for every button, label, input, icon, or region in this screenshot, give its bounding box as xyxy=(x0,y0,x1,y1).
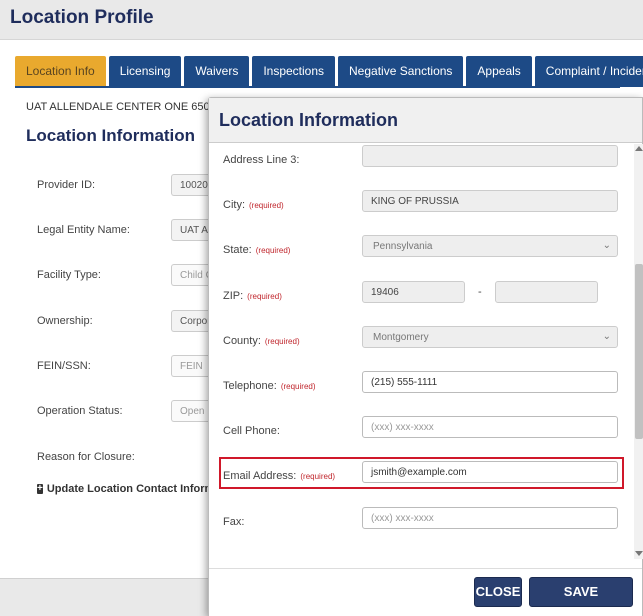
scroll-up-arrow-icon[interactable] xyxy=(635,146,643,151)
email-highlight-box xyxy=(219,457,624,489)
zip-label: ZIP: xyxy=(223,290,244,302)
fax-label: Fax: xyxy=(223,516,245,528)
chevron-down-icon: ⌄ xyxy=(602,240,611,251)
tab-waivers[interactable]: Waivers xyxy=(184,56,250,87)
zip-extension-input[interactable] xyxy=(495,281,598,303)
tab-location-info[interactable]: Location Info xyxy=(15,56,106,87)
update-contact-link-label: Update Location Contact Inform xyxy=(46,483,209,495)
operation-status-label: Operation Status: xyxy=(37,405,123,417)
fein-ssn-label: FEIN/SSN: xyxy=(37,360,91,372)
cell-phone-input[interactable]: (xxx) xxx-xxxx xyxy=(362,416,618,438)
fein-ssn-field[interactable]: FEIN xyxy=(171,355,211,377)
tab-licensing[interactable]: Licensing xyxy=(108,56,182,87)
provider-id-field[interactable]: 100207 xyxy=(171,174,211,196)
location-address: UAT ALLENDALE CENTER ONE 650 AL xyxy=(26,101,208,113)
modal-scrollbar[interactable] xyxy=(634,144,643,559)
operation-status-field[interactable]: Open xyxy=(171,400,211,422)
city-row: City: (required) KING OF PRUSSIA xyxy=(209,189,629,225)
legal-entity-name-label: Legal Entity Name: xyxy=(37,224,130,236)
required-marker: (required) xyxy=(255,246,291,255)
zip-input[interactable]: 19406 xyxy=(362,281,465,303)
zip-dash: - xyxy=(478,286,482,298)
required-marker: (required) xyxy=(247,292,282,301)
scroll-down-arrow-icon[interactable] xyxy=(635,551,643,556)
facility-type-field[interactable]: Child C xyxy=(171,264,211,286)
tab-underline xyxy=(15,86,620,88)
tab-appeals[interactable]: Appeals xyxy=(466,56,532,87)
page-title: Location Profile xyxy=(10,7,154,28)
tab-inspections[interactable]: Inspections xyxy=(252,56,336,87)
plus-square-icon: + xyxy=(37,483,43,494)
tab-complaint-incident[interactable]: Complaint / Incident xyxy=(534,56,643,87)
zip-row: ZIP: (required) 19406 - xyxy=(209,280,629,316)
required-marker: (required) xyxy=(264,337,300,346)
update-contact-link[interactable]: + Update Location Contact Inform xyxy=(37,483,209,495)
reason-for-closure-label: Reason for Closure: xyxy=(37,451,135,463)
legal-entity-name-field[interactable]: UAT Al xyxy=(171,219,211,241)
section-title: Location Information xyxy=(26,126,196,145)
scrollbar-thumb[interactable] xyxy=(635,264,643,439)
state-label: State: xyxy=(223,244,252,256)
fax-row: Fax: (xxx) xxx-xxxx xyxy=(209,506,629,542)
county-row: County: (required) Montgomery ⌄ xyxy=(209,325,629,361)
ownership-label: Ownership: xyxy=(37,315,93,327)
address-line3-input[interactable] xyxy=(362,145,618,167)
state-select[interactable]: Pennsylvania ⌄ xyxy=(362,235,618,257)
modal-body: Address Line 3: City: (required) KING OF … xyxy=(209,144,643,559)
address-line3-label: Address Line 3: xyxy=(223,154,300,166)
state-select-value: Pennsylvania xyxy=(373,241,433,252)
required-marker: (required) xyxy=(280,382,316,391)
page-header: Location Profile xyxy=(0,0,643,40)
required-marker: (required) xyxy=(249,201,284,210)
chevron-down-icon: ⌄ xyxy=(602,331,611,342)
fax-input[interactable]: (xxx) xxx-xxxx xyxy=(362,507,618,529)
provider-id-label: Provider ID: xyxy=(37,179,96,191)
telephone-row: Telephone: (required) (215) 555-1111 xyxy=(209,370,629,406)
city-input[interactable]: KING OF PRUSSIA xyxy=(362,190,618,212)
county-select-value: Montgomery xyxy=(373,332,429,343)
cell-phone-label: Cell Phone: xyxy=(223,425,280,437)
tab-negative-sanctions[interactable]: Negative Sanctions xyxy=(338,56,464,87)
modal-title: Location Information xyxy=(219,110,398,130)
save-changes-button[interactable]: SAVE CHANGES xyxy=(529,577,633,616)
cell-phone-row: Cell Phone: (xxx) xxx-xxxx xyxy=(209,415,629,451)
location-information-modal: Location Information Address Line 3: Cit… xyxy=(208,97,643,616)
telephone-input[interactable]: (215) 555-1111 xyxy=(362,371,618,393)
modal-footer: CLOSE SAVE CHANGES xyxy=(209,568,642,616)
close-button[interactable]: CLOSE xyxy=(474,577,522,607)
modal-header: Location Information xyxy=(209,98,642,143)
state-row: State: (required) Pennsylvania ⌄ xyxy=(209,234,629,270)
facility-type-label: Facility Type: xyxy=(37,269,101,281)
ownership-field[interactable]: Corpor xyxy=(171,310,211,332)
city-label: City: xyxy=(223,199,245,211)
address-line3-row: Address Line 3: xyxy=(209,144,629,180)
county-label: County: xyxy=(223,335,261,347)
tab-bar: Location Info Licensing Waivers Inspecti… xyxy=(15,56,643,87)
telephone-label: Telephone: xyxy=(223,380,277,392)
county-select[interactable]: Montgomery ⌄ xyxy=(362,326,618,348)
